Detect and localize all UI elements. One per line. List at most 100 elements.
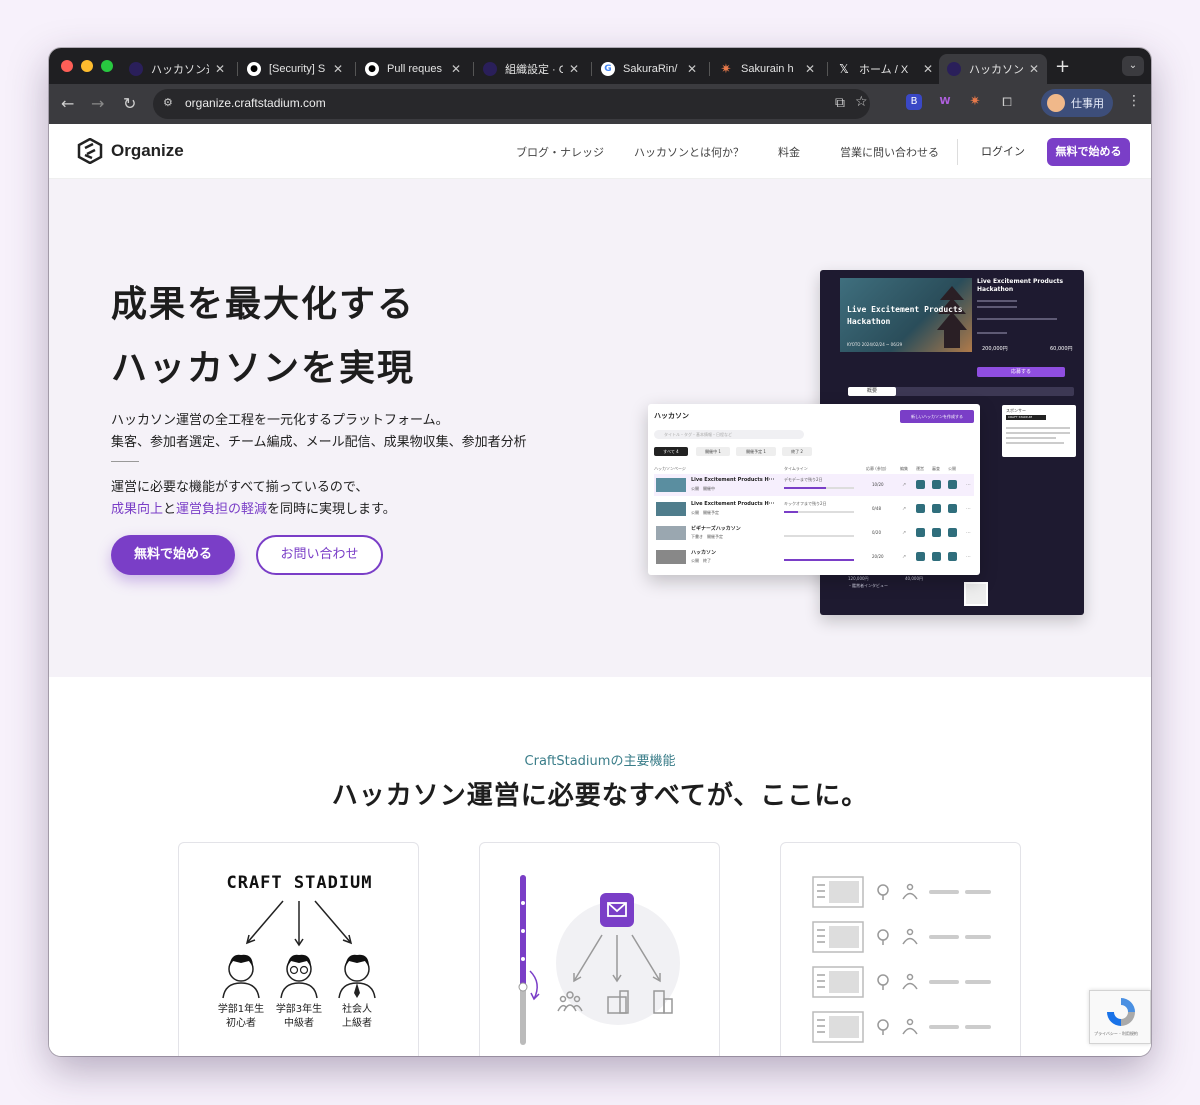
- hero-divider: [111, 461, 139, 462]
- team-icon: [906, 928, 914, 936]
- nav-link-blog[interactable]: ブログ・ナレッジ: [516, 144, 604, 160]
- hackathon-list-mockup: ハッカソン 新しいハッカソンを作成する タイトル・タグ・基本情報・日程など すべ…: [648, 404, 980, 575]
- extension-icon[interactable]: B: [906, 94, 922, 110]
- recaptcha-badge[interactable]: プライバシー - 利用規約: [1089, 990, 1151, 1044]
- table-row: ハッカソン 公開 終了 20/20 ↗ ···: [654, 546, 974, 568]
- browser-tab[interactable]: 組織設定 · C ✕: [475, 54, 587, 84]
- applicant-count: 0/48: [872, 506, 881, 511]
- hero-signup-button[interactable]: 無料で始める: [111, 535, 235, 575]
- filter-chip: 開催予定 1: [736, 447, 776, 456]
- table-row: Live Excitement Products H··· 公開 開催中 デモデーま…: [654, 474, 974, 496]
- tab-separator: [237, 62, 238, 76]
- tab-search-chevron-icon[interactable]: ⌄: [1122, 56, 1144, 76]
- team-icon: [906, 1018, 914, 1026]
- applicant-count: 10/20: [872, 482, 884, 487]
- placeholder-line: [977, 332, 1007, 334]
- extension-icon[interactable]: ✷: [967, 94, 983, 110]
- hackathon-thumbnail: [656, 478, 686, 492]
- hero-description: ハッカソン運営の全工程を一元化するプラットフォーム。: [111, 413, 449, 428]
- features-title: ハッカソン運営に必要なすべてが、ここに。: [331, 781, 869, 811]
- close-window-button[interactable]: [61, 60, 73, 72]
- manage-icon: [932, 528, 941, 537]
- reload-icon[interactable]: ↻: [123, 94, 136, 113]
- timeline-progress-fill: [784, 511, 798, 513]
- nav-link-contact-sales[interactable]: 営業に問い合わせる: [840, 144, 939, 160]
- prize-amount: 200,000円: [982, 346, 1008, 352]
- logo-text[interactable]: Organize: [111, 141, 184, 161]
- prize-amount: 60,000円: [1050, 346, 1073, 352]
- event-banner: Live Excitement Products Hackathon KYOTO…: [840, 278, 972, 352]
- github-icon: [877, 929, 889, 941]
- close-tab-icon[interactable]: ✕: [1029, 62, 1039, 76]
- edit-icon: [916, 528, 925, 537]
- close-tab-icon[interactable]: ✕: [215, 62, 225, 76]
- submission-row: [812, 876, 991, 908]
- forward-arrow-icon[interactable]: →: [91, 94, 104, 113]
- signup-button[interactable]: 無料で始める: [1047, 138, 1130, 166]
- manage-icon: [932, 504, 941, 513]
- applicant-count: 20/20: [872, 554, 884, 559]
- feature-card-submissions: [780, 842, 1021, 1056]
- team-icon: [906, 973, 914, 981]
- manage-icon: [932, 480, 941, 489]
- timeline-progress: [784, 487, 854, 489]
- minimize-window-button[interactable]: [81, 60, 93, 72]
- organize-logo-icon[interactable]: [77, 138, 103, 164]
- browser-tab[interactable]: ● [Security] S ✕: [239, 54, 351, 84]
- install-app-icon[interactable]: ⧉: [835, 95, 845, 111]
- nav-link-pricing[interactable]: 料金: [778, 144, 800, 160]
- hackathon-name: Live Excitement Products H···: [691, 501, 775, 507]
- hero-benefit: 成果向上と運営負担の軽減を同時に実現します。: [111, 502, 396, 517]
- browser-tab[interactable]: ✷ Sakurain h ✕: [711, 54, 823, 84]
- close-tab-icon[interactable]: ✕: [451, 62, 461, 76]
- browser-tab[interactable]: 𝕏 ホーム / X ✕: [829, 54, 941, 84]
- back-arrow-icon[interactable]: ←: [61, 94, 74, 113]
- close-tab-icon[interactable]: ✕: [923, 62, 933, 76]
- menu-kebab-icon[interactable]: ⋮: [1127, 93, 1141, 109]
- tab-overview: 概要: [848, 387, 896, 396]
- filter-chip: 開催中 1: [696, 447, 730, 456]
- new-tab-icon[interactable]: +: [1055, 56, 1070, 77]
- bookmark-star-icon[interactable]: ☆: [855, 94, 868, 110]
- profile-button[interactable]: 仕事用: [1041, 89, 1113, 117]
- browser-tab[interactable]: G SakuraRin/ ✕: [593, 54, 705, 84]
- hackathon-name: ビギナーズハッカソン: [691, 526, 741, 532]
- maximize-window-button[interactable]: [101, 60, 113, 72]
- more-icon: ···: [966, 482, 971, 488]
- close-tab-icon[interactable]: ✕: [687, 62, 697, 76]
- address-bar[interactable]: ⚙ organize.craftstadium.com ⧉ ☆: [153, 89, 870, 119]
- login-link[interactable]: ログイン: [981, 143, 1025, 159]
- github-icon: [877, 884, 889, 896]
- organize-favicon-icon: [129, 62, 143, 76]
- tab-separator: [591, 62, 592, 76]
- puzzle-icon[interactable]: ⧠: [999, 94, 1015, 110]
- placeholder-line: [977, 318, 1057, 320]
- browser-tab[interactable]: ● Pull reques ✕: [357, 54, 469, 84]
- extension-icon[interactable]: W: [937, 94, 953, 110]
- placeholder-line: [1006, 437, 1056, 439]
- filter-chip: すべて 4: [654, 447, 688, 456]
- tab-separator: [709, 62, 710, 76]
- edit-icon: [916, 552, 925, 561]
- hackathon-status: 公開 開催中: [691, 486, 715, 491]
- site-settings-icon[interactable]: ⚙: [163, 96, 179, 112]
- timeline-progress-fill: [784, 487, 826, 489]
- submission-row: [812, 966, 991, 998]
- close-tab-icon[interactable]: ✕: [569, 62, 579, 76]
- placeholder-line: [1006, 442, 1064, 444]
- external-link-icon: ↗: [902, 554, 907, 560]
- browser-tab[interactable]: ハッカソン運 ✕: [121, 54, 233, 84]
- browser-tab-active[interactable]: ハッカソン運 ✕: [939, 54, 1047, 84]
- edit-icon: [916, 504, 925, 513]
- feature-card-email: [479, 842, 720, 1056]
- timeline-status: デモデーまで残り2日: [784, 477, 823, 482]
- placeholder-line: [1006, 432, 1070, 434]
- close-tab-icon[interactable]: ✕: [805, 62, 815, 76]
- hackathon-thumbnail: [656, 502, 686, 516]
- submission-row: [812, 1011, 991, 1043]
- hero-description: 集客、参加者選定、チーム編成、メール配信、成果物収集、参加者分析: [111, 435, 527, 450]
- hackathon-status: 下書き 開催予定: [691, 534, 723, 539]
- hero-contact-button[interactable]: お問い合わせ: [256, 535, 383, 575]
- close-tab-icon[interactable]: ✕: [333, 62, 343, 76]
- nav-link-what-is-hackathon[interactable]: ハッカソンとは何か？: [634, 144, 744, 160]
